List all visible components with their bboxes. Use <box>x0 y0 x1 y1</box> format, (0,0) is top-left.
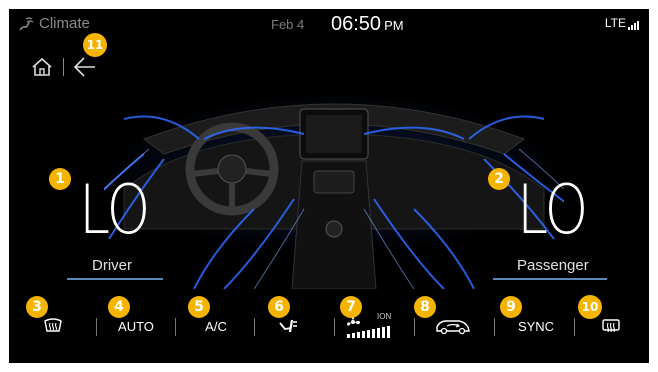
control-divider <box>414 318 415 336</box>
home-icon[interactable] <box>31 57 53 77</box>
recirculation-button[interactable] <box>431 309 475 343</box>
control-divider <box>96 318 97 336</box>
nav-bar <box>31 56 97 78</box>
callout-6: 6 <box>268 296 290 318</box>
callout-4: 4 <box>108 296 130 318</box>
control-divider <box>175 318 176 336</box>
callout-11: 11 <box>83 33 107 57</box>
clock: 06:50 PM <box>331 13 404 36</box>
control-divider <box>494 318 495 336</box>
callout-1: 1 <box>49 168 71 190</box>
nav-divider <box>63 58 64 76</box>
status-bar: Climate Feb 4 06:50 PM LTE <box>9 9 649 39</box>
callout-5: 5 <box>188 296 210 318</box>
fan-climate-icon <box>19 16 34 30</box>
date-text: Feb 4 <box>271 17 305 32</box>
front-defrost-icon <box>44 318 62 332</box>
driver-underline <box>67 278 163 280</box>
control-divider <box>334 318 335 336</box>
network-indicator: LTE <box>605 16 639 30</box>
control-divider <box>574 318 575 336</box>
rear-defrost-icon <box>602 319 620 333</box>
network-text: LTE <box>604 16 626 30</box>
callout-8: 8 <box>414 296 436 318</box>
app-title-text: Climate <box>39 15 90 32</box>
airflow-mode-icon <box>279 319 297 333</box>
callout-7: 7 <box>340 296 362 318</box>
recirculation-icon <box>436 320 470 335</box>
driver-temperature[interactable]: LO <box>79 171 150 250</box>
control-divider <box>254 318 255 336</box>
time-text: 06:50 <box>331 13 382 35</box>
ion-label: ION <box>377 312 392 321</box>
callout-3: 3 <box>26 296 48 318</box>
ampm-text: PM <box>384 18 404 33</box>
signal-bars-icon <box>628 20 639 30</box>
app-title: Climate <box>17 15 90 32</box>
passenger-label: Passenger <box>517 257 589 274</box>
passenger-underline <box>493 278 607 280</box>
callout-10: 10 <box>578 295 602 319</box>
control-bar: AUTO A/C ION SYNC <box>9 309 649 343</box>
callout-9: 9 <box>500 296 522 318</box>
climate-screen: Climate Feb 4 06:50 PM LTE LO LO Driver P… <box>9 9 649 363</box>
driver-label: Driver <box>92 257 132 274</box>
passenger-temperature[interactable]: LO <box>517 171 588 250</box>
callout-2: 2 <box>488 168 510 190</box>
back-arrow-icon[interactable] <box>73 56 97 78</box>
